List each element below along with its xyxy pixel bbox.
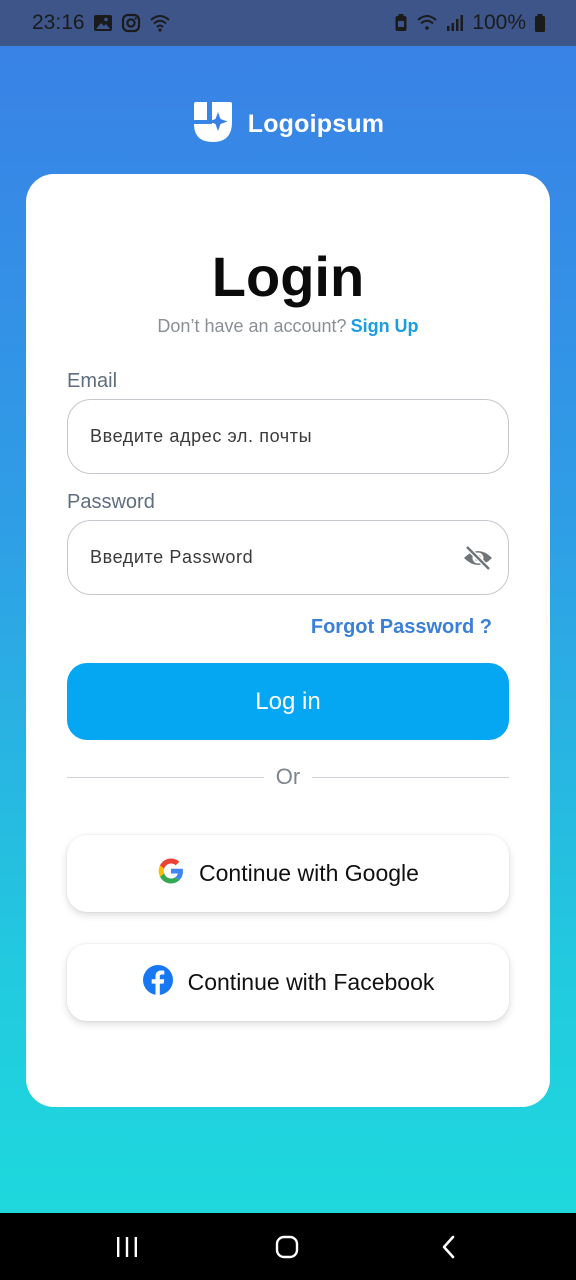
- home-icon[interactable]: [272, 1233, 302, 1261]
- no-account-text: Don’t have an account?: [157, 316, 347, 336]
- divider-line-left: [67, 776, 264, 778]
- password-field[interactable]: [67, 520, 509, 595]
- signup-prompt: Don’t have an account? Sign Up: [26, 316, 550, 337]
- password-label: Password: [67, 491, 155, 513]
- facebook-login-button[interactable]: Continue with Facebook: [67, 944, 509, 1021]
- login-button[interactable]: Log in: [67, 663, 509, 740]
- status-bar: 23:16 100%: [0, 0, 576, 46]
- brand: Logoipsum: [0, 100, 576, 149]
- battery-saver-icon: [394, 13, 408, 33]
- logo-icon: [192, 100, 234, 149]
- divider-text: Or: [275, 764, 301, 789]
- facebook-button-label: Continue with Facebook: [187, 969, 435, 995]
- eye-off-icon[interactable]: [462, 541, 494, 575]
- brand-name: Logoipsum: [247, 110, 385, 138]
- email-field[interactable]: [67, 399, 509, 474]
- signup-link[interactable]: Sign Up: [351, 316, 419, 336]
- instagram-icon: [121, 13, 141, 33]
- battery-percent: 100%: [472, 11, 526, 34]
- google-login-button[interactable]: Continue with Google: [67, 835, 509, 912]
- login-card: Login Don’t have an account? Sign Up Emai…: [26, 174, 550, 1107]
- or-divider: Or: [67, 762, 510, 792]
- divider-line-right: [312, 776, 510, 778]
- google-icon: [157, 857, 185, 891]
- wifi-signal-icon: [416, 13, 438, 33]
- password-input[interactable]: [90, 547, 462, 568]
- battery-icon: [534, 13, 546, 33]
- status-time: 23:16: [32, 11, 85, 34]
- email-label: Email: [67, 370, 118, 392]
- forgot-password-link[interactable]: Forgot Password ?: [311, 616, 492, 639]
- facebook-icon: [142, 964, 174, 1002]
- google-button-label: Continue with Google: [199, 860, 419, 886]
- recent-apps-icon[interactable]: [112, 1233, 142, 1261]
- gallery-icon: [93, 13, 113, 33]
- cell-signal-icon: [446, 13, 464, 33]
- status-left: 23:16: [32, 11, 171, 35]
- back-icon[interactable]: [434, 1233, 464, 1261]
- email-input[interactable]: [90, 426, 486, 447]
- wifi-icon: [149, 13, 171, 33]
- status-right: 100%: [394, 11, 546, 35]
- system-nav-bar: [0, 1213, 576, 1280]
- page-title: Login: [211, 245, 365, 308]
